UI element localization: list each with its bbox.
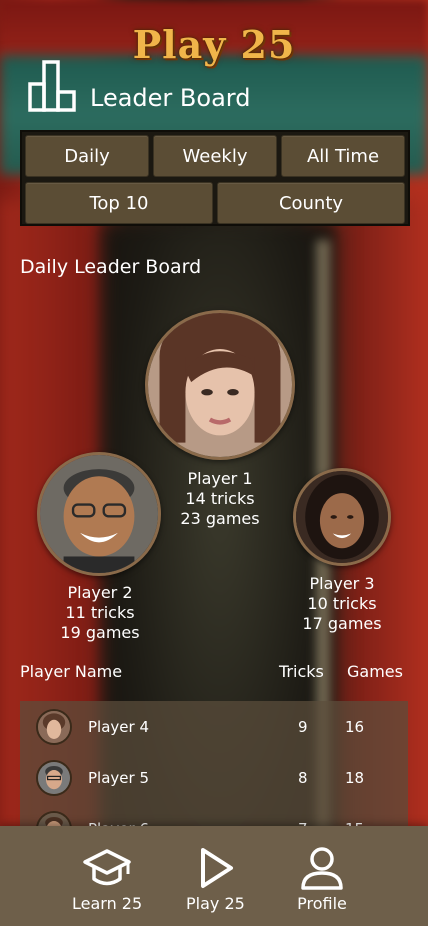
section-title: Daily Leader Board [20, 256, 202, 278]
nav-learn-label: Learn 25 [72, 894, 143, 913]
filter-weekly-button[interactable]: Weekly [153, 135, 277, 177]
podium-player-name: Player 2 [67, 583, 133, 602]
table-row[interactable]: Player 5 8 18 [20, 752, 408, 803]
filter-all-time-button[interactable]: All Time [281, 135, 405, 177]
column-header-player-name: Player Name [20, 662, 123, 681]
podium-player-tricks: 10 tricks [307, 594, 377, 613]
filter-panel: Daily Weekly All Time Top 10 County [20, 130, 410, 226]
bar-chart-icon [28, 60, 76, 112]
column-header-tricks: Tricks [279, 662, 324, 681]
column-header-games: Games [347, 662, 403, 681]
user-icon [301, 847, 343, 890]
podium-avatar-second[interactable] [37, 452, 161, 576]
podium-player-games: 23 games [180, 509, 260, 528]
podium-player-name: Player 1 [187, 469, 253, 488]
avatar [36, 708, 72, 745]
podium-second-info: Player 2 11 tricks 19 games [30, 583, 170, 643]
nav-profile-button[interactable]: Profile [297, 846, 347, 913]
filter-daily-button[interactable]: Daily [25, 135, 149, 177]
filter-row-period: Daily Weekly All Time [25, 135, 405, 177]
table-header: Player Name Tricks Games [20, 662, 410, 682]
filter-county-button[interactable]: County [217, 182, 405, 224]
row-games: 18 [345, 768, 365, 787]
filter-row-scope: Top 10 County [25, 182, 405, 224]
leaderboard-list[interactable]: Player 4 9 16 Player 5 8 18 Player 6 7 1… [20, 701, 408, 831]
podium-player-tricks: 11 tricks [65, 603, 135, 622]
podium-player-name: Player 3 [309, 574, 375, 593]
podium-third-info: Player 3 10 tricks 17 games [272, 574, 412, 634]
nav-play-label: Play 25 [186, 894, 245, 913]
row-tricks: 8 [298, 768, 308, 787]
nav-profile-label: Profile [297, 894, 347, 913]
nav-play-button[interactable]: Play 25 [186, 846, 245, 913]
avatar-portrait-icon [148, 313, 292, 457]
podium-player-games: 19 games [60, 623, 140, 642]
avatar-portrait-icon [296, 471, 388, 563]
page-header: Leader Board [28, 60, 250, 112]
play-icon [201, 848, 234, 888]
bottom-navigation: Learn 25 Play 25 Profile [0, 826, 428, 926]
row-games: 16 [345, 717, 365, 736]
podium-avatar-third[interactable] [293, 468, 391, 566]
table-row[interactable]: Player 4 9 16 [20, 701, 408, 752]
filter-top-10-button[interactable]: Top 10 [25, 182, 213, 224]
graduation-cap-icon [83, 849, 131, 886]
podium-player-games: 17 games [302, 614, 382, 633]
podium-player-tricks: 14 tricks [185, 489, 255, 508]
nav-learn-button[interactable]: Learn 25 [72, 846, 142, 913]
avatar [36, 759, 72, 796]
row-tricks: 9 [298, 717, 308, 736]
podium-first-info: Player 1 14 tricks 23 games [150, 469, 290, 529]
podium-avatar-first[interactable] [145, 310, 295, 460]
row-player-name: Player 5 [88, 768, 149, 787]
row-player-name: Player 4 [88, 717, 149, 736]
avatar-portrait-icon [40, 455, 158, 573]
page-title: Leader Board [90, 84, 251, 112]
